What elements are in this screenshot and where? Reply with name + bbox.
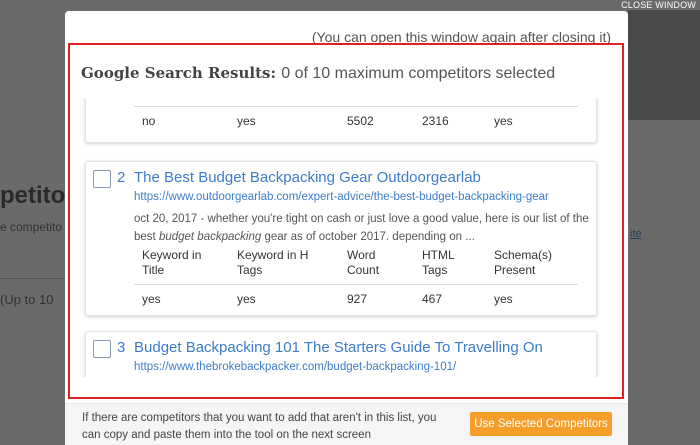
cell-html-tags: 2316 xyxy=(414,105,486,136)
result-url-link[interactable]: https://www.thebrokebackpacker.com/budge… xyxy=(134,361,456,373)
col-keyword-title: Keyword in Title xyxy=(142,248,202,277)
select-checkbox[interactable] xyxy=(93,170,111,188)
cell-html-tags: 467 xyxy=(414,283,486,314)
background-upto: (Up to 10 xyxy=(0,292,54,307)
metrics-table: Title Tags Count Tags Present no yes 550… xyxy=(134,99,578,136)
selected-count: 0 of 10 maximum competitors selected xyxy=(281,65,556,82)
cell-keyword-tags: yes xyxy=(229,283,339,314)
cell-keyword-tags: yes xyxy=(229,105,339,136)
cell-schema: yes xyxy=(486,105,578,136)
result-card: 3 Budget Backpacking 101 The Starters Gu… xyxy=(85,331,597,377)
background-panel xyxy=(628,10,700,120)
col-keyword-title: Title xyxy=(134,99,229,106)
background-subtitle: e competito xyxy=(0,220,63,234)
cell-keyword-title: no xyxy=(134,105,229,136)
metrics-table: Keyword in Title Keyword in H Tags Word Cou… xyxy=(134,248,578,314)
col-keyword-tags: Keyword in H Tags xyxy=(237,248,309,277)
col-word-count: Count xyxy=(339,99,414,106)
result-card: Title Tags Count Tags Present no yes 550… xyxy=(85,99,597,143)
col-word-count: Word Count xyxy=(347,248,380,277)
cell-word-count: 927 xyxy=(339,283,414,314)
col-schema: Schema(s) Present xyxy=(494,248,553,277)
result-card: 2 The Best Budget Backpacking Gear Outdo… xyxy=(85,161,597,316)
cell-keyword-title: yes xyxy=(134,283,229,314)
competitors-modal: (You can open this window again after cl… xyxy=(65,11,628,445)
result-url-link[interactable]: https://www.outdoorgearlab.com/expert-ad… xyxy=(134,191,549,203)
col-html-tags: HTML Tags xyxy=(422,248,455,277)
result-description: oct 20, 2017 - whether you're tight on c… xyxy=(134,213,589,243)
background-divider xyxy=(0,278,64,279)
col-keyword-tags: Tags xyxy=(229,99,339,106)
metrics-row: yes yes 927 467 yes xyxy=(134,283,578,314)
results-scroll-area[interactable]: Title Tags Count Tags Present no yes 550… xyxy=(81,99,613,377)
result-title-link[interactable]: Budget Backpacking 101 The Starters Guid… xyxy=(134,339,543,356)
select-checkbox[interactable] xyxy=(93,340,111,358)
use-selected-competitors-button[interactable]: Use Selected Competitors xyxy=(470,412,612,436)
results-heading: Google Search Results: 0 of 10 maximum c… xyxy=(81,64,555,83)
modal-footer: If there are competitors that you want t… xyxy=(65,403,628,445)
result-title-link[interactable]: The Best Budget Backpacking Gear Outdoor… xyxy=(134,169,481,186)
cell-word-count: 5502 xyxy=(339,105,414,136)
results-heading-label: Google Search Results: xyxy=(81,64,276,82)
background-title: petito xyxy=(0,182,66,209)
metrics-header-row: Keyword in Title Keyword in H Tags Word Cou… xyxy=(134,248,578,284)
result-number: 3 xyxy=(117,339,126,356)
result-number: 2 xyxy=(117,169,126,186)
close-window-button[interactable]: CLOSE WINDOW xyxy=(621,0,696,10)
background-link: ite xyxy=(630,228,642,240)
metrics-header-row: Title Tags Count Tags Present xyxy=(134,99,578,106)
footer-instructions: If there are competitors that you want t… xyxy=(82,412,437,441)
metrics-row: no yes 5502 2316 yes xyxy=(134,105,578,136)
col-html-tags: Tags xyxy=(414,99,486,106)
col-schema: Present xyxy=(486,99,578,106)
cell-schema: yes xyxy=(486,283,578,314)
